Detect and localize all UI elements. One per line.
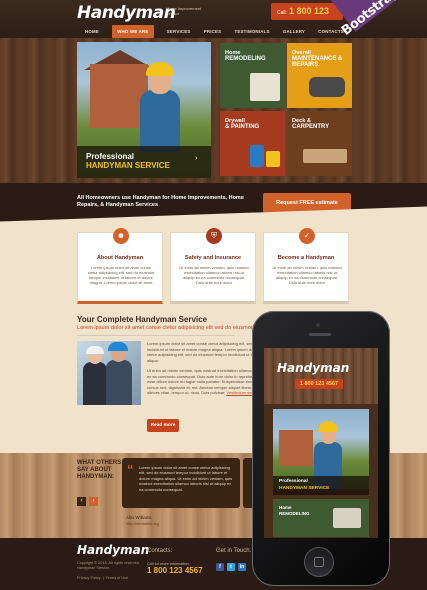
main-nav: HOME WHO WE ARE SERVICES PRICES TESTIMON… bbox=[77, 24, 352, 39]
tile-line2: REMODELING bbox=[225, 56, 266, 62]
testimonial-link[interactable]: http://demolink.org bbox=[126, 521, 159, 526]
card-title: Become a Handyman bbox=[277, 255, 335, 261]
nav-gallery[interactable]: GALLERY bbox=[283, 29, 305, 34]
tile-label: Deck & CARPENTRY bbox=[292, 118, 329, 130]
site-tagline: Home Improvement Service bbox=[166, 6, 202, 16]
cta-text: All Homeowners use Handyman for Home Imp… bbox=[77, 195, 244, 208]
tile-line2: MAINTENANCE & REPAIRS bbox=[292, 56, 343, 68]
tile-drywall-painting[interactable]: Drywall & PAINTING bbox=[220, 111, 285, 176]
tile-deck-carpentry[interactable]: Deck & CARPENTRY bbox=[287, 111, 352, 176]
tile-label: Overall MAINTENANCE & REPAIRS bbox=[292, 50, 352, 68]
saw-image bbox=[303, 149, 347, 163]
section-subtitle: Lorem ipsum dolor sit amet conse ctetur … bbox=[77, 325, 254, 331]
next-arrow-icon[interactable]: › bbox=[89, 497, 98, 506]
tile-maintenance-repairs[interactable]: Overall MAINTENANCE & REPAIRS bbox=[287, 43, 352, 108]
nav-who-we-are[interactable]: WHO WE ARE bbox=[112, 25, 154, 38]
person-body-shape bbox=[83, 362, 107, 405]
mobile-call-badge: 1 800 123 4567 bbox=[295, 379, 343, 389]
blueprint-image bbox=[333, 508, 361, 528]
call-label: Call: bbox=[277, 10, 288, 16]
slide-title-line1: Professional bbox=[86, 152, 135, 161]
card-text: Lorem ipsum dolor sit amet conse ctetur … bbox=[87, 265, 155, 285]
mobile-tile-label: Home REMODELING bbox=[279, 505, 310, 516]
home-square-icon bbox=[314, 557, 324, 567]
worker-body-shape bbox=[140, 90, 180, 152]
read-more-button[interactable]: Read more bbox=[147, 419, 179, 432]
hero-wood-background bbox=[0, 38, 427, 183]
twitter-icon[interactable]: t bbox=[227, 563, 235, 571]
prev-arrow-icon[interactable]: ‹ bbox=[77, 497, 86, 506]
person-icon: ☻ bbox=[113, 228, 129, 244]
facebook-icon[interactable]: f bbox=[216, 563, 224, 571]
footer-logo[interactable]: Handyman bbox=[77, 543, 149, 557]
power-drill-image bbox=[309, 77, 345, 97]
quote-mark-icon: “ bbox=[127, 462, 134, 477]
mobile-tile-line1: Home bbox=[279, 505, 292, 510]
card-about-handyman[interactable]: ☻ About Handyman Lorem ipsum dolor sit a… bbox=[77, 228, 163, 304]
mobile-tile-line2: REMODELING bbox=[279, 510, 310, 516]
site-logo[interactable]: Handyman bbox=[77, 3, 176, 23]
slide-next-arrow-icon[interactable]: › bbox=[195, 155, 197, 162]
speaker-icon bbox=[309, 333, 331, 336]
privacy-link[interactable]: Privacy Policy bbox=[77, 576, 101, 580]
footer-contacts-title: Contacts: bbox=[147, 548, 173, 554]
paint-can-image bbox=[266, 151, 280, 167]
house-shape bbox=[279, 430, 313, 466]
call-number: 1 800 123 bbox=[289, 6, 330, 16]
tile-line2: CARPENTRY bbox=[292, 124, 330, 130]
footer-touch-title: Get in Touch: bbox=[216, 548, 252, 554]
call-badge: Call: 1 800 123 bbox=[271, 3, 343, 20]
hard-hat-icon bbox=[108, 342, 128, 351]
nav-testimonials[interactable]: TESTIMONIALS bbox=[235, 29, 270, 34]
tile-label: Drywall & PAINTING bbox=[225, 118, 259, 130]
hard-hat-icon bbox=[146, 62, 174, 76]
nav-prices[interactable]: PRICES bbox=[204, 29, 222, 34]
card-text: Ut enim ad minim veniam, quis nostrud ex… bbox=[272, 265, 342, 285]
footer-phone: 1 800 123 4567 bbox=[147, 566, 203, 575]
testimonial-text: Lorem ipsum dolor sit amet conse ctetur … bbox=[139, 465, 233, 492]
person-body-shape bbox=[106, 360, 132, 405]
mobile-caption-line2: HANDYMAN SERVICE bbox=[279, 486, 330, 491]
mobile-logo: Handyman bbox=[277, 361, 350, 375]
thumbs-up-icon: ✓ bbox=[299, 228, 315, 244]
testimonial-author: Alex Williams bbox=[126, 515, 152, 520]
tile-label: Home REMODELING bbox=[225, 50, 266, 62]
blueprint-image bbox=[250, 73, 280, 101]
terms-link[interactable]: Terms of Use bbox=[106, 576, 128, 580]
card-title: Safety and Insurance bbox=[184, 255, 242, 261]
card-become-handyman[interactable]: ✓ Become a Handyman Ut enim ad minim ven… bbox=[263, 228, 349, 304]
card-text: Ut enim ad minim veniam, quis nostrud ex… bbox=[179, 265, 249, 285]
tile-home-remodeling[interactable]: Home REMODELING bbox=[220, 43, 285, 108]
footer-copyright: Copyright © 2013. All rights reserved. H… bbox=[77, 561, 140, 570]
shield-icon: ⛨ bbox=[206, 228, 222, 244]
footer-links: Privacy Policy | Terms of Use bbox=[77, 576, 129, 580]
card-safety-insurance[interactable]: ⛨ Safety and Insurance Ut enim ad minim … bbox=[170, 228, 256, 304]
mobile-header bbox=[264, 348, 378, 404]
nav-home[interactable]: HOME bbox=[85, 29, 99, 34]
camera-icon bbox=[316, 323, 320, 327]
section-divider bbox=[77, 335, 235, 336]
testimonials-title: WHAT OTHERS SAY ABOUT HANDYMAN: bbox=[77, 460, 122, 480]
slide-title-line2: HANDYMAN SERVICE bbox=[86, 161, 170, 170]
mobile-caption-line1: Professional bbox=[279, 479, 308, 484]
nav-contacts[interactable]: CONTACTS bbox=[318, 29, 344, 34]
section-title: Your Complete Handyman Service bbox=[77, 315, 208, 324]
nav-services[interactable]: SERVICES bbox=[167, 29, 191, 34]
tile-line2: & PAINTING bbox=[225, 124, 260, 130]
hard-hat-icon bbox=[86, 346, 104, 354]
linkedin-icon[interactable]: in bbox=[238, 563, 246, 571]
card-title: About Handyman bbox=[96, 255, 144, 261]
paint-can-image bbox=[250, 145, 264, 167]
